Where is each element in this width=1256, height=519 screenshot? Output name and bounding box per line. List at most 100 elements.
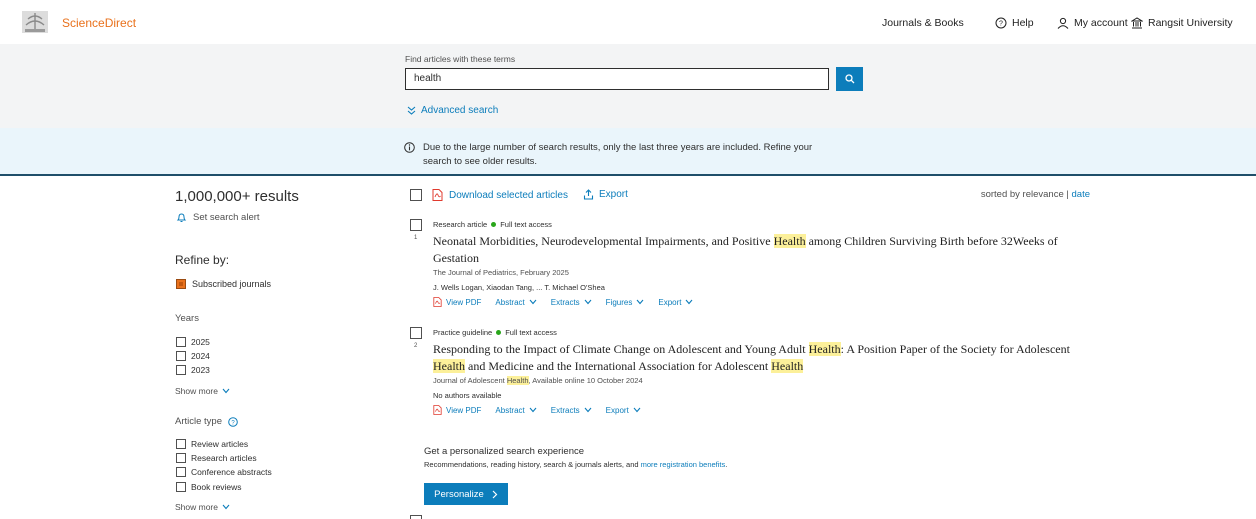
authors: No authors available — [433, 391, 502, 400]
article-type-checkbox[interactable] — [176, 467, 186, 477]
extracts-toggle[interactable]: Extracts — [551, 298, 592, 307]
view-pdf-label: View PDF — [446, 297, 482, 307]
my-account-link[interactable]: My account — [1057, 17, 1128, 29]
help-icon[interactable]: ? — [228, 416, 238, 427]
results-count: 1,000,000+ results — [175, 188, 299, 205]
article-type-checkbox[interactable] — [176, 439, 186, 449]
result-item: 1 Research article Full text access Neon… — [410, 219, 1090, 319]
help-link[interactable]: ? Help — [995, 17, 1034, 29]
search-label: Find articles with these terms — [405, 54, 516, 64]
article-type-filter-review[interactable]: Review articles — [176, 439, 248, 449]
result-number: 1 — [414, 235, 418, 241]
article-type-label: Article type — [175, 416, 222, 427]
personalize-heading: Get a personalized search experience — [424, 446, 585, 457]
title-highlight: Health — [808, 342, 841, 356]
chevron-down-icon — [633, 407, 641, 413]
year-filter-2024[interactable]: 2024 — [176, 351, 210, 361]
journals-books-link[interactable]: Journals & Books — [882, 17, 964, 29]
chevron-right-icon — [492, 490, 498, 498]
chevron-down-icon — [222, 504, 230, 510]
personalize-text-end: . — [725, 460, 728, 469]
year-filter-2025[interactable]: 2025 — [176, 337, 210, 347]
year-checkbox[interactable] — [176, 365, 186, 375]
year-label: 2024 — [191, 351, 210, 361]
result-meta: Practice guideline Full text access — [433, 328, 557, 337]
article-type-filter-book-reviews[interactable]: Book reviews — [176, 482, 242, 492]
article-type-label: Research article — [433, 220, 488, 229]
sort-relevance-label: sorted by relevance | — [980, 189, 1072, 200]
export-label: Export — [658, 297, 682, 307]
personalize-text: Recommendations, reading history, search… — [424, 460, 641, 469]
result-title-link[interactable]: Responding to the Impact of Climate Chan… — [433, 341, 1083, 375]
abstract-toggle[interactable]: Abstract — [495, 297, 537, 307]
abstract-label: Abstract — [495, 297, 525, 307]
extracts-toggle[interactable]: Extracts — [551, 406, 592, 415]
advanced-search-label: Advanced search — [421, 105, 499, 116]
sciencedirect-logo[interactable]: ScienceDirect — [62, 16, 136, 30]
title-highlight: Health — [771, 359, 804, 373]
top-header: ScienceDirect Journals & Books ? Help My… — [0, 0, 1256, 44]
institution-link[interactable]: Rangsit University — [1131, 17, 1233, 29]
result-checkbox[interactable] — [410, 327, 422, 339]
refine-by-heading: Refine by: — [175, 253, 230, 267]
authors: J. Wells Logan, Xiaodan Tang, ... T. Mic… — [433, 283, 605, 292]
pdf-icon — [432, 189, 443, 201]
year-checkbox[interactable] — [176, 337, 186, 347]
year-filter-2023[interactable]: 2023 — [176, 365, 210, 375]
institution-icon — [1131, 17, 1143, 29]
download-selected-button[interactable]: Download selected articles — [432, 189, 568, 201]
view-pdf-button[interactable]: View PDF — [433, 405, 481, 415]
set-alert-label: Set search alert — [193, 212, 260, 223]
view-pdf-button[interactable]: View PDF — [433, 297, 481, 307]
result-actions: View PDF Abstract Extracts Figures Expor… — [433, 297, 693, 307]
figures-toggle[interactable]: Figures — [606, 298, 645, 307]
access-dot-icon — [496, 330, 502, 335]
subscribed-checkbox[interactable] — [176, 279, 186, 289]
notice-text: Due to the large number of search result… — [423, 142, 813, 167]
article-type-filter-conference[interactable]: Conference abstracts — [176, 467, 272, 477]
article-type-checkbox[interactable] — [176, 453, 186, 463]
abstract-toggle[interactable]: Abstract — [495, 406, 537, 415]
institution-label: Rangsit University — [1148, 17, 1233, 29]
export-icon — [583, 189, 594, 200]
export-toggle[interactable]: Export — [658, 298, 693, 307]
title-text: Neonatal Morbidities, Neurodevelopmental… — [433, 234, 774, 248]
chevron-down-icon — [584, 407, 592, 413]
year-checkbox[interactable] — [176, 351, 186, 361]
title-highlight: Health — [773, 234, 806, 248]
show-more-years-button[interactable]: Show more — [175, 386, 230, 396]
access-label: Full text access — [505, 328, 557, 337]
search-icon — [844, 74, 854, 84]
export-button[interactable]: Export — [583, 189, 628, 200]
elsevier-logo-icon[interactable] — [20, 9, 50, 35]
advanced-search-link[interactable]: Advanced search — [407, 105, 498, 116]
result-title-link[interactable]: Neonatal Morbidities, Neurodevelopmental… — [433, 233, 1083, 267]
select-all-checkbox[interactable] — [410, 189, 422, 201]
journal-source: The Journal of Pediatrics, February 2025 — [433, 268, 569, 277]
registration-benefits-link[interactable]: more registration benefits — [641, 460, 726, 469]
my-account-label: My account — [1074, 17, 1128, 29]
download-label: Download selected articles — [449, 189, 568, 201]
pdf-icon — [433, 297, 442, 307]
result-checkbox[interactable] — [410, 515, 422, 519]
set-search-alert-link[interactable]: Set search alert — [176, 212, 260, 223]
journal-source: Journal of Adolescent Health, Available … — [433, 376, 643, 385]
export-toggle[interactable]: Export — [606, 406, 641, 415]
show-more-types-button[interactable]: Show more — [175, 502, 230, 512]
article-type-label: Practice guideline — [433, 328, 493, 337]
chevron-down-icon — [529, 299, 537, 305]
subscribed-journals-filter[interactable]: Subscribed journals — [176, 279, 271, 289]
journal-highlight: Health — [506, 376, 529, 385]
show-more-label: Show more — [175, 386, 218, 396]
year-label: 2025 — [191, 337, 210, 347]
sort-date-link[interactable]: date — [1072, 189, 1091, 200]
personalize-button[interactable]: Personalize — [424, 483, 508, 505]
journals-books-label: Journals & Books — [882, 17, 964, 29]
result-checkbox[interactable] — [410, 219, 422, 231]
search-button[interactable] — [836, 67, 863, 91]
chevron-down-icon — [636, 299, 644, 305]
article-type-checkbox[interactable] — [176, 482, 186, 492]
search-input[interactable]: health — [405, 68, 829, 90]
user-icon — [1057, 17, 1069, 29]
article-type-filter-research[interactable]: Research articles — [176, 453, 257, 463]
